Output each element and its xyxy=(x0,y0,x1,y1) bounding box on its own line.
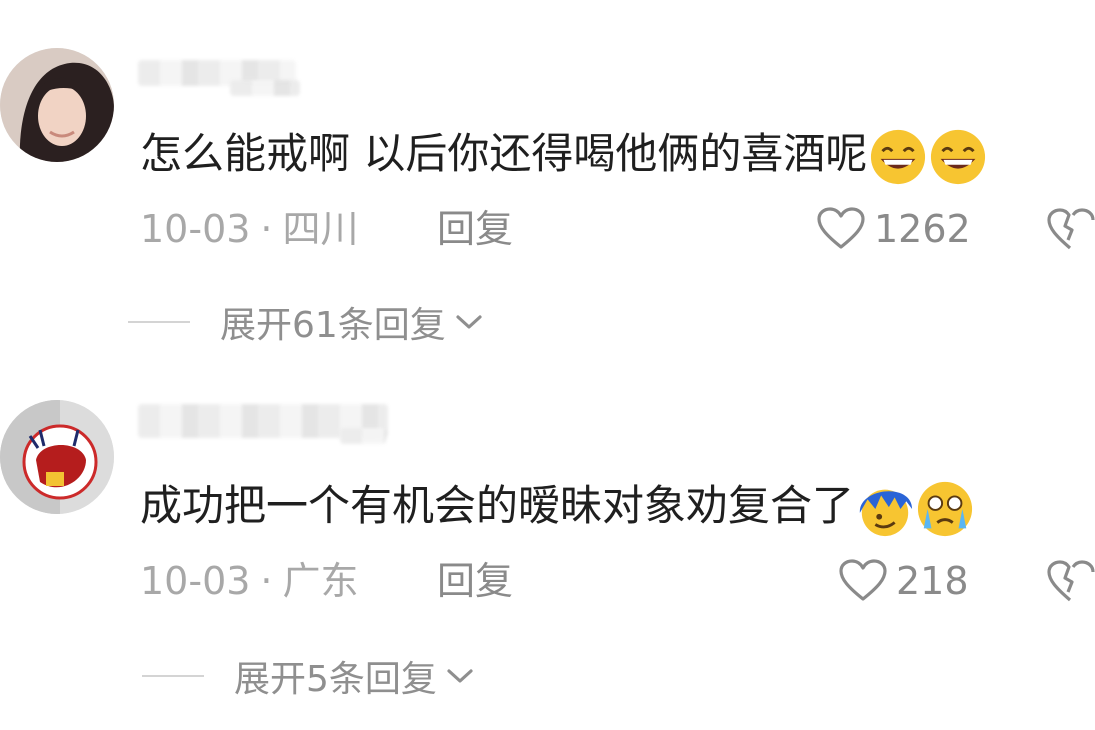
meta-separator: · xyxy=(260,207,273,251)
expand-divider-line xyxy=(142,675,204,677)
chevron-down-icon xyxy=(456,315,482,329)
expand-replies-label: 展开5条回复 xyxy=(234,659,437,700)
broken-heart-icon xyxy=(1047,208,1095,250)
user-avatar-image xyxy=(0,48,114,162)
broken-heart-icon xyxy=(1047,560,1095,602)
comment-body: 成功把一个有机会的暧昧对象劝复合了 xyxy=(140,481,855,530)
meta-separator: · xyxy=(260,559,273,603)
expand-divider-line xyxy=(128,321,190,323)
username-blurred-tail xyxy=(230,80,300,96)
expand-replies-label: 展开61条回复 xyxy=(220,305,446,346)
comment-location: 广东 xyxy=(282,559,359,603)
blue-hair-face-emoji xyxy=(859,489,913,536)
comment-date: 10-03 xyxy=(140,559,251,603)
dislike-button[interactable] xyxy=(1046,558,1095,604)
like-count: 1262 xyxy=(874,207,971,251)
expand-replies-button[interactable]: 展开61条回复 xyxy=(128,300,484,346)
comment-location: 四川 xyxy=(282,207,359,251)
comment-meta: 10-03 · 四川 xyxy=(140,206,359,252)
reply-button[interactable]: 回复 xyxy=(437,558,513,604)
crying-face-emoji xyxy=(917,481,973,536)
avatar[interactable] xyxy=(0,48,114,162)
comment-text: 怎么能戒啊 以后你还得喝他俩的喜酒呢 xyxy=(140,126,987,186)
username-blurred-tail xyxy=(340,428,386,444)
expand-replies-button[interactable]: 展开5条回复 xyxy=(142,654,475,700)
comment-body: 怎么能戒啊 以后你还得喝他俩的喜酒呢 xyxy=(140,129,868,178)
like-button[interactable]: 218 xyxy=(838,558,969,604)
comment-text: 成功把一个有机会的暧昧对象劝复合了 xyxy=(140,478,974,538)
comment-date: 10-03 xyxy=(140,207,251,251)
heart-icon xyxy=(839,559,887,601)
reply-button[interactable]: 回复 xyxy=(437,206,513,252)
user-avatar-image xyxy=(0,400,114,514)
avatar[interactable] xyxy=(0,400,114,514)
heart-icon xyxy=(817,207,865,249)
like-count: 218 xyxy=(896,559,969,603)
chevron-down-icon xyxy=(447,669,473,683)
grinning-face-emoji xyxy=(931,129,986,184)
grinning-face-emoji xyxy=(871,129,926,184)
like-button[interactable]: 1262 xyxy=(816,206,971,252)
dislike-button[interactable] xyxy=(1046,206,1095,252)
comment-meta: 10-03 · 广东 xyxy=(140,558,359,604)
